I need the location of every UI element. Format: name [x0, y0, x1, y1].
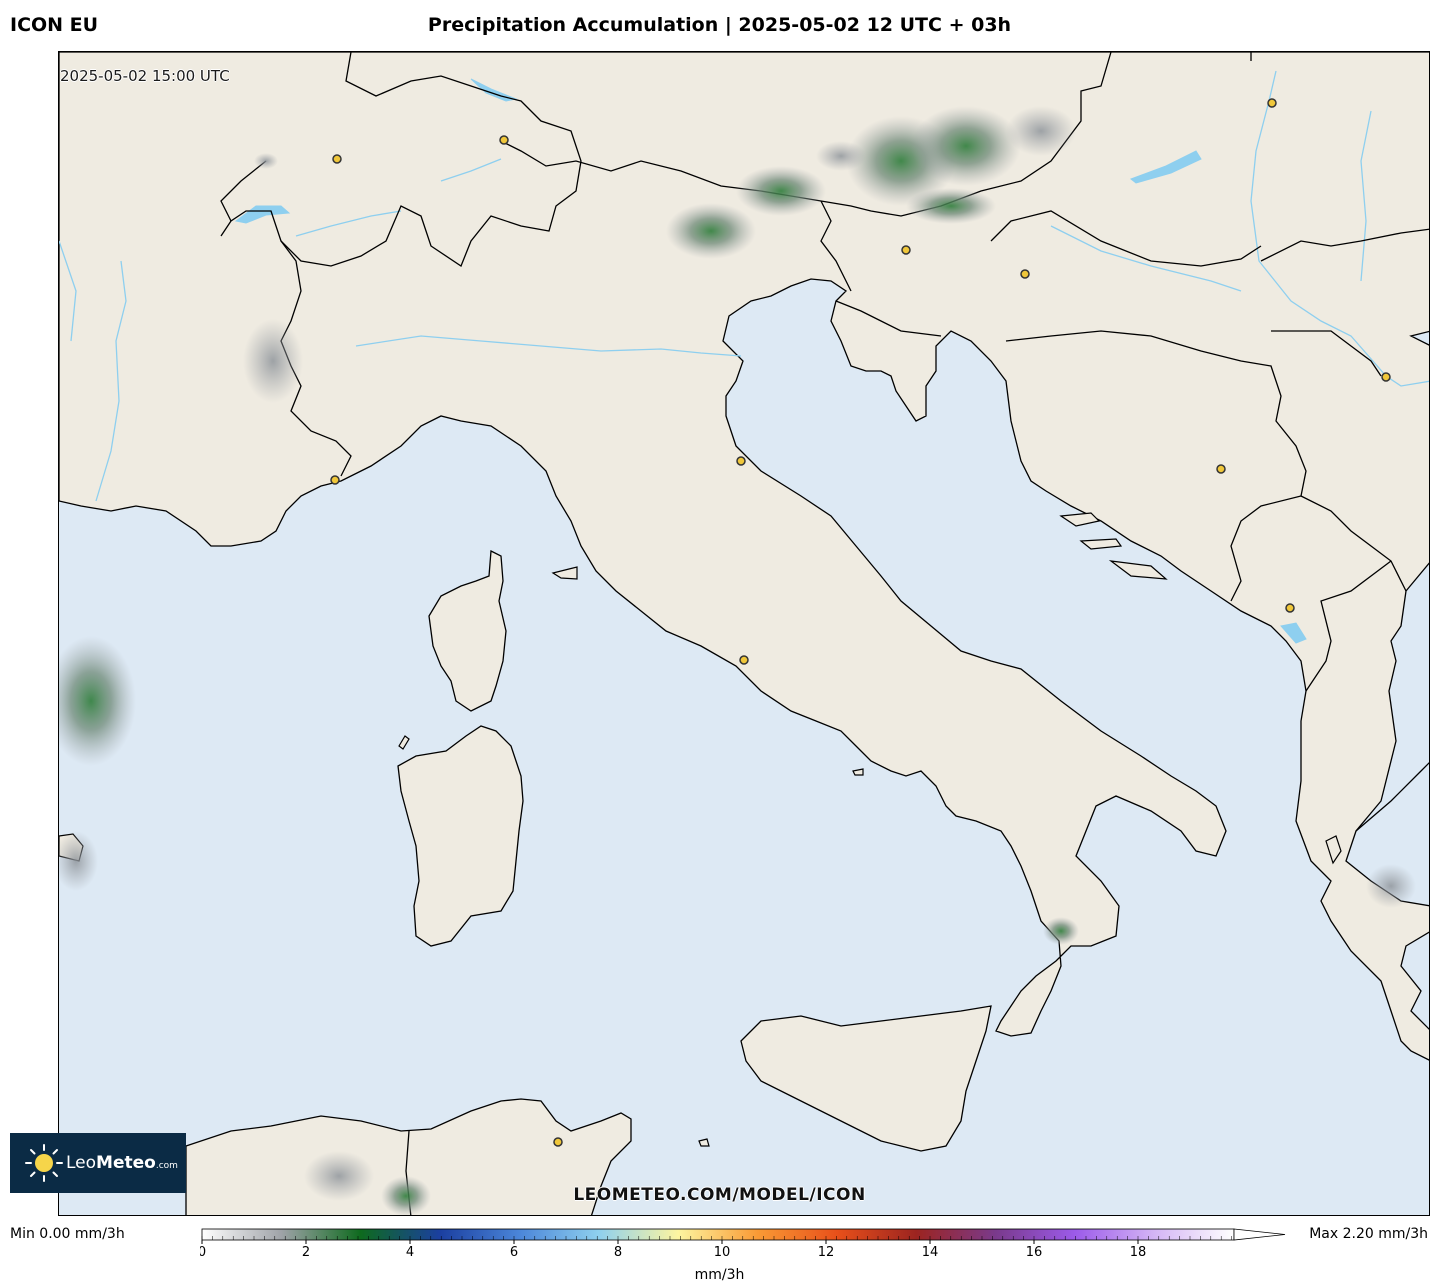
city-marker: [1216, 464, 1226, 474]
city-marker: [332, 154, 342, 164]
land-capri: [852, 768, 864, 776]
colorbar-tick-label: 8: [614, 1245, 622, 1256]
logo-wordmark: LeoMeteo.com: [66, 1153, 178, 1173]
min-value-label: Min 0.00 mm/3h: [10, 1226, 125, 1242]
colorbar-extend-arrow: [1233, 1228, 1286, 1241]
map-area: [58, 51, 1430, 1216]
land-ustica: [698, 1138, 710, 1147]
city-marker: [499, 135, 509, 145]
colorbar-tick-label: 2: [302, 1245, 310, 1256]
chart-title: Precipitation Accumulation | 2025-05-02 …: [427, 14, 1012, 36]
city-marker: [1267, 98, 1277, 108]
land-elba: [551, 566, 578, 580]
colorbar-tick-label: 16: [1026, 1245, 1043, 1256]
city-marker: [1285, 603, 1295, 613]
map-svg: [59, 52, 1429, 1215]
land-sicily: [740, 1005, 992, 1152]
colorbar-tick-label: 10: [714, 1245, 731, 1256]
colorbar-tick-label: 4: [406, 1245, 414, 1256]
city-marker: [901, 245, 911, 255]
max-value-label: Max 2.20 mm/3h: [1309, 1226, 1428, 1242]
city-marker: [330, 475, 340, 485]
colorbar-tick-label: 6: [510, 1245, 518, 1256]
land-corsica: [428, 549, 507, 712]
colorbar-tick-label: 14: [922, 1245, 939, 1256]
colorbar: 0 2 4 6 8 10 12 14 16 18: [200, 1228, 1286, 1256]
colorbar-tick-label: 12: [818, 1245, 835, 1256]
city-marker: [1020, 269, 1030, 279]
city-marker: [1381, 372, 1391, 382]
city-marker: [553, 1137, 563, 1147]
sun-icon: [24, 1143, 64, 1183]
city-marker: [739, 655, 749, 665]
city-marker: [736, 456, 746, 466]
land-sardinia: [397, 725, 524, 947]
watermark: LEOMETEO.COM/MODEL/ICON: [573, 1185, 866, 1205]
colorbar-gradient: [201, 1228, 1235, 1241]
valid-time-label: 2025-05-02 15:00 UTC: [60, 67, 230, 85]
colorbar-tick-label: 18: [1130, 1245, 1147, 1256]
leometeo-logo: LeoMeteo.com: [10, 1133, 186, 1193]
land-asinara: [398, 735, 410, 750]
colorbar-tick-label: 0: [200, 1245, 206, 1256]
colorbar-unit-label: mm/3h: [694, 1267, 745, 1283]
